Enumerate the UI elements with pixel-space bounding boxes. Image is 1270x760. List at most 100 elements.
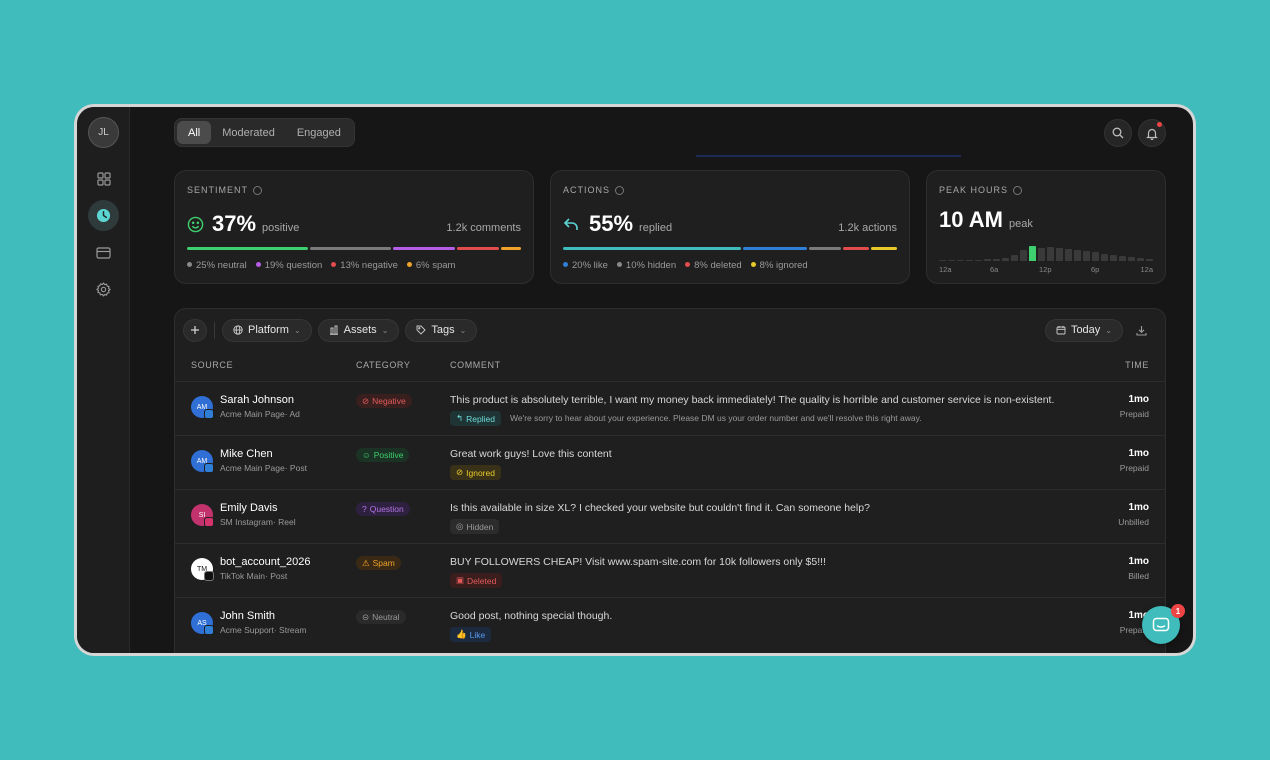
question-icon: ? (362, 504, 367, 514)
actions-count: 1.2k actions (838, 222, 897, 234)
axis-tick: 12p (1039, 265, 1052, 274)
info-icon[interactable] (615, 185, 625, 195)
table-row[interactable]: AM Sarah Johnson Acme Main Page· Ad ⊘ Neg… (175, 381, 1165, 434)
actions-legend: 20% like 10% hidden 8% deleted 8% ignore… (563, 260, 808, 271)
tab-all[interactable]: All (177, 121, 212, 144)
card-icon (96, 246, 111, 259)
status-badge[interactable]: ↰ Replied (450, 411, 501, 426)
time-ago: 1mo (1128, 394, 1149, 405)
hour-bar (1010, 255, 1019, 261)
source-name: Sarah Johnson (220, 394, 294, 406)
hour-bar (1019, 250, 1028, 261)
category-badge: ☺ Positive (356, 448, 410, 462)
table-row[interactable]: AM Mike Chen Acme Main Page· Post ☺ Posit… (175, 435, 1165, 488)
category-label: Negative (372, 396, 406, 406)
trash-icon: ▣ (456, 575, 465, 585)
add-filter-button[interactable] (183, 318, 207, 342)
billing-status: Unbilled (1118, 517, 1149, 527)
hour-bar (1064, 249, 1073, 261)
user-avatar[interactable]: JL (88, 117, 119, 148)
sidebar-item-settings[interactable] (88, 274, 119, 305)
comment-text: Great work guys! Love this content (450, 448, 612, 460)
hour-bar (1082, 251, 1091, 261)
status-label: Hidden (466, 521, 494, 532)
source-detail: Acme Main Page· Ad (220, 409, 300, 419)
actions-title: ACTIONS (563, 185, 611, 195)
eye-off-icon: ◎ (456, 521, 464, 531)
actions-value-label: replied (639, 222, 673, 234)
header-category[interactable]: CATEGORY (356, 360, 410, 370)
sentiment-bar (187, 247, 521, 250)
table-row[interactable]: AS John Smith Acme Support· Stream ⊝ Neut… (175, 597, 1165, 650)
chevron-down-icon: ⌄ (459, 325, 467, 335)
positive-icon: ☺ (362, 450, 371, 460)
header-time[interactable]: TIME (1125, 360, 1149, 370)
ignored-icon: ⊘ (456, 467, 464, 477)
table-row[interactable]: SI Emily Davis SM Instagram· Reel ? Quest… (175, 489, 1165, 542)
sentiment-value: 37% (212, 211, 257, 236)
comment-text: BUY FOLLOWERS CHEAP! Visit www.spam-site… (450, 556, 826, 568)
facebook-icon (204, 463, 214, 473)
header-source[interactable]: SOURCE (191, 360, 233, 370)
axis-tick: 12a (939, 265, 952, 274)
table-row[interactable]: TM bot_account_2026 TikTok Main· Post ⚠ S… (175, 543, 1165, 596)
actions-value: 55% (589, 211, 634, 236)
hour-bar (1100, 254, 1109, 261)
time-ago: 1mo (1128, 502, 1149, 513)
category-badge: ⚠ Spam (356, 556, 401, 570)
peak-title: PEAK HOURS (939, 185, 1009, 195)
sidebar-item-activity[interactable] (88, 200, 119, 231)
hour-bar (1037, 248, 1046, 261)
legend-negative: 13% negative (340, 260, 398, 271)
status-badge[interactable]: ▣ Deleted (450, 573, 503, 588)
main-content: All Moderated Engaged SENTIMENT 37% posi… (174, 107, 1193, 653)
category-label: Spam (372, 558, 395, 568)
tab-moderated[interactable]: Moderated (211, 121, 286, 144)
category-label: Question (369, 504, 404, 514)
hour-bar (1091, 252, 1100, 261)
chat-launcher-button[interactable]: 1 (1142, 604, 1185, 644)
source-name: Mike Chen (220, 448, 273, 460)
time-ago: 1mo (1128, 556, 1149, 567)
source-detail: TikTok Main· Post (220, 571, 288, 581)
tag-icon (416, 325, 427, 335)
platform-filter[interactable]: Platform ⌄ (222, 318, 312, 342)
tab-engaged[interactable]: Engaged (286, 121, 352, 144)
platform-filter-label: Platform (248, 324, 289, 336)
hour-bar (1046, 247, 1055, 261)
comment-text: Is this available in size XL? I checked … (450, 502, 870, 514)
tags-filter[interactable]: Tags ⌄ (405, 318, 478, 342)
warning-icon: ⚠ (362, 557, 370, 568)
info-icon[interactable] (253, 185, 263, 195)
status-badge[interactable]: ◎ Hidden (450, 519, 500, 534)
assets-filter[interactable]: Assets ⌄ (317, 318, 400, 342)
peak-hours-card: PEAK HOURS 10 AM peak 12a 6a 12p 6p 12a (926, 170, 1166, 284)
thumbs-up-icon: 👍 (456, 629, 467, 639)
notifications-button[interactable] (1138, 119, 1166, 147)
source-name: bot_account_2026 (220, 556, 311, 568)
billing-status: Prepaid (1119, 463, 1149, 473)
search-icon (1112, 127, 1124, 139)
sidebar-item-billing[interactable] (88, 237, 119, 268)
status-badge[interactable]: 👍 Like (450, 627, 492, 642)
date-range-select[interactable]: Today ⌄ (1044, 318, 1123, 342)
legend-spam: 6% spam (415, 260, 456, 271)
download-button[interactable] (1129, 318, 1153, 342)
status-badge[interactable]: ⊘ Ignored (450, 465, 501, 480)
header-comment[interactable]: COMMENT (450, 360, 501, 370)
sidebar: JL (77, 107, 130, 653)
hour-bar (947, 260, 956, 261)
search-button[interactable] (1104, 119, 1132, 147)
category-label: Positive (373, 450, 404, 460)
hour-bar (1136, 258, 1145, 261)
date-range-label: Today (1070, 324, 1101, 336)
status-label: Ignored (466, 467, 495, 478)
info-icon[interactable] (1013, 185, 1023, 195)
axis-tick: 12a (1140, 265, 1153, 274)
status-label: Replied (466, 413, 495, 424)
sidebar-item-dashboard[interactable] (88, 163, 119, 194)
legend-question: 19% question (264, 260, 323, 271)
billing-status: Prepaid (1119, 409, 1149, 419)
facebook-icon (204, 409, 214, 419)
peak-value: 10 AM (939, 207, 1003, 232)
